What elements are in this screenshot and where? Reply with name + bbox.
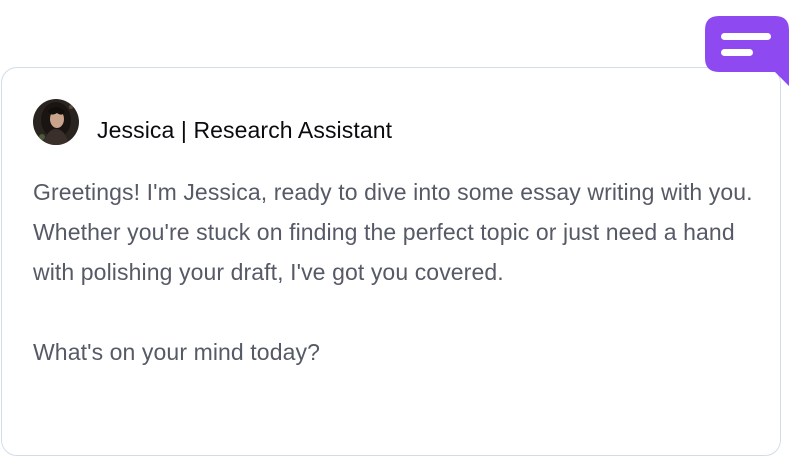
avatar (33, 99, 79, 145)
message-card: Jessica | Research Assistant Greetings! … (1, 67, 781, 456)
message-paragraph: Greetings! I'm Jessica, ready to dive in… (33, 179, 753, 285)
message-body: Greetings! I'm Jessica, ready to dive in… (33, 172, 763, 372)
chat-bubble-icon (705, 16, 789, 88)
message-paragraph: What's on your mind today? (33, 339, 320, 365)
author-name: Jessica | Research Assistant (97, 116, 393, 143)
card-header: Jessica | Research Assistant (33, 99, 392, 145)
